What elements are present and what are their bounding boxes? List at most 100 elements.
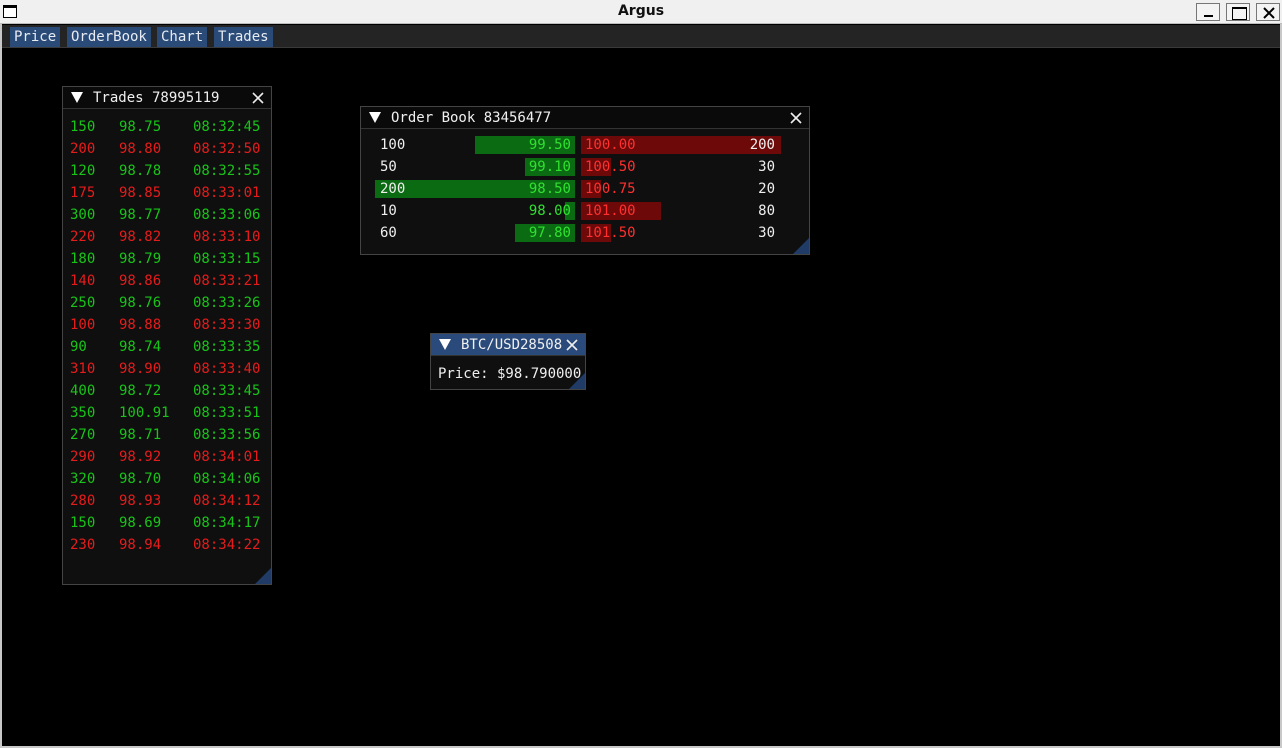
orderbook-bid-price: 99.10 [528,159,571,175]
trade-time: 08:34:12 [193,493,261,509]
trade-price: 98.79 [119,251,162,267]
trade-price: 98.75 [119,119,162,135]
trade-time: 08:34:17 [193,515,261,531]
trade-qty: 220 [70,229,96,245]
trade-time: 08:34:01 [193,449,261,465]
orderbook-bid-qty: 10 [380,203,397,219]
trade-price: 98.85 [119,185,162,201]
trade-time: 08:32:45 [193,119,261,135]
trade-qty: 310 [70,361,96,377]
orderbook-bid-price: 98.00 [528,203,571,219]
collapse-triangle-icon[interactable] [71,92,83,103]
resize-grip[interactable] [255,568,271,584]
trade-qty: 320 [70,471,96,487]
trade-qty: 250 [70,295,96,311]
price-panel-title: BTC/USD28508 [461,337,563,353]
orderbook-panel-header[interactable]: Order Book 83456477 [361,107,809,129]
menu-item-price[interactable]: Price [10,27,61,47]
orderbook-bid-qty: 50 [380,159,397,175]
orderbook-ask-qty: 200 [749,137,775,153]
trade-time: 08:33:51 [193,405,261,421]
close-icon [1263,7,1275,19]
close-window-button[interactable] [1256,3,1280,21]
trade-qty: 290 [70,449,96,465]
trades-panel-header[interactable]: Trades 78995119 [63,87,271,109]
orderbook-bid-qty: 200 [380,181,406,197]
collapse-triangle-icon[interactable] [439,339,451,350]
trade-time: 08:33:21 [193,273,261,289]
trade-price: 98.69 [119,515,162,531]
orderbook-panel-title: Order Book 83456477 [391,110,552,126]
price-panel[interactable]: BTC/USD28508 Price: $98.790000 [430,333,586,390]
trade-time: 08:34:22 [193,537,261,553]
orderbook-bid-price: 98.50 [528,181,571,197]
price-panel-header[interactable]: BTC/USD28508 [431,334,585,356]
trade-qty: 270 [70,427,96,443]
orderbook-bid-price: 97.80 [528,225,571,241]
trade-time: 08:33:30 [193,317,261,333]
resize-grip[interactable] [569,373,585,389]
price-value: Price: $98.790000 [438,366,582,382]
trade-time: 08:33:45 [193,383,261,399]
menu-item-orderbook[interactable]: OrderBook [67,27,151,47]
trade-price: 98.70 [119,471,162,487]
window-frame-left [0,24,2,748]
trade-price: 98.71 [119,427,162,443]
window-titlebar: Argus [0,0,1282,24]
trade-time: 08:33:56 [193,427,261,443]
maximize-button[interactable] [1226,3,1250,21]
trade-time: 08:32:50 [193,141,261,157]
trade-qty: 350 [70,405,96,421]
orderbook-ask-qty: 30 [758,159,775,175]
trade-price: 98.74 [119,339,162,355]
minimize-button[interactable] [1196,3,1220,21]
trade-price: 98.90 [119,361,162,377]
trade-time: 08:32:55 [193,163,261,179]
trade-qty: 180 [70,251,96,267]
menu-item-chart[interactable]: Chart [157,27,208,47]
trade-qty: 150 [70,119,96,135]
trade-qty: 100 [70,317,96,333]
trade-price: 98.72 [119,383,162,399]
trade-qty: 300 [70,207,96,223]
trade-price: 98.77 [119,207,162,223]
trade-qty: 175 [70,185,96,201]
close-icon[interactable] [565,338,579,352]
orderbook-ask-price: 100.75 [585,181,636,197]
orderbook-ask-price: 100.00 [585,137,636,153]
close-icon[interactable] [789,111,803,125]
close-icon[interactable] [251,91,265,105]
trade-price: 98.88 [119,317,162,333]
trade-time: 08:34:06 [193,471,261,487]
menu-item-trades[interactable]: Trades [214,27,273,47]
orderbook-ask-qty: 20 [758,181,775,197]
orderbook-bid-qty: 60 [380,225,397,241]
orderbook-ask-price: 101.00 [585,203,636,219]
orderbook-bid-qty: 100 [380,137,406,153]
trade-qty: 140 [70,273,96,289]
trade-price: 98.86 [119,273,162,289]
trades-panel[interactable]: Trades 78995119 150 98.75 08:32:45 200 98.80… [62,86,272,585]
trade-qty: 280 [70,493,96,509]
orderbook-ask-qty: 80 [758,203,775,219]
trade-time: 08:33:10 [193,229,261,245]
trade-time: 08:33:35 [193,339,261,355]
trade-qty: 230 [70,537,96,553]
trade-qty: 120 [70,163,96,179]
trades-panel-title: Trades 78995119 [93,90,220,106]
window-title: Argus [617,3,665,19]
trade-price: 98.92 [119,449,162,465]
collapse-triangle-icon[interactable] [369,112,381,123]
trade-price: 98.93 [119,493,162,509]
trade-qty: 90 [70,339,87,355]
orderbook-ask-price: 100.50 [585,159,636,175]
orderbook-ask-price: 101.50 [585,225,636,241]
trade-qty: 200 [70,141,96,157]
menu-bar: Price OrderBook Chart Trades [2,25,1280,48]
orderbook-ask-qty: 30 [758,225,775,241]
trade-price: 98.80 [119,141,162,157]
trade-price: 98.76 [119,295,162,311]
trade-price: 98.94 [119,537,162,553]
orderbook-panel[interactable]: Order Book 83456477 100 99.50 100.00 200 50 9… [360,106,810,255]
resize-grip[interactable] [793,238,809,254]
